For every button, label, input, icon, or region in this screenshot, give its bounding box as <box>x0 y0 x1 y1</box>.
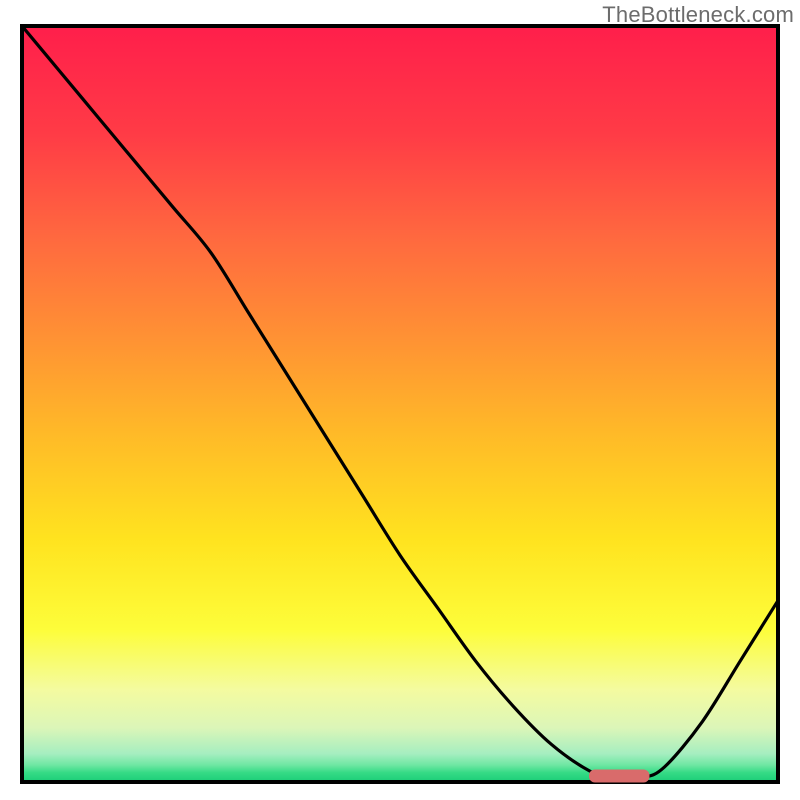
watermark-text: TheBottleneck.com <box>602 2 794 28</box>
optimal-range-marker <box>589 769 649 782</box>
plot-background <box>24 28 776 780</box>
bottleneck-chart <box>0 0 800 800</box>
